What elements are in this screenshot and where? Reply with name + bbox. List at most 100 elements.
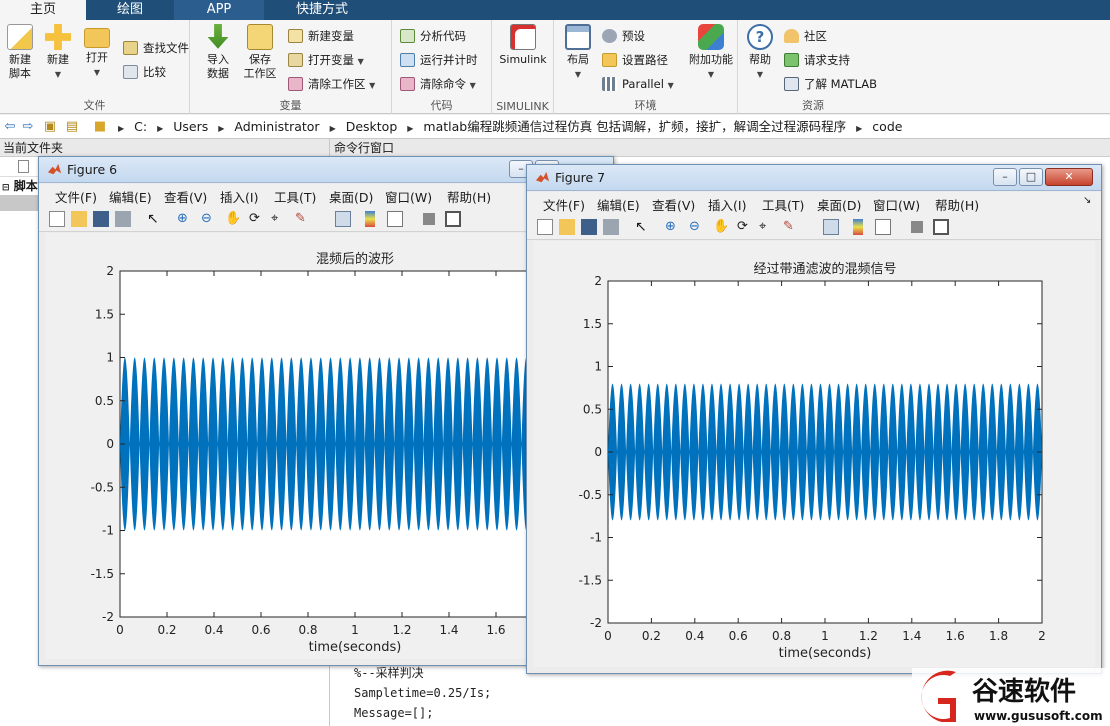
menu-view[interactable]: 查看(V) xyxy=(652,195,695,214)
breadcrumb-item[interactable]: Users xyxy=(173,119,208,134)
breadcrumb-item[interactable]: C: xyxy=(134,119,147,134)
hide-tools-icon[interactable] xyxy=(423,213,435,225)
x-tick-label: 0.4 xyxy=(204,623,223,637)
menu-overflow-icon[interactable]: ↘ xyxy=(1083,195,1091,206)
clear-workspace-button[interactable]: 清除工作区 ▼ xyxy=(288,74,375,94)
import-data-button[interactable]: 导入 数据 xyxy=(198,24,238,81)
learn-matlab-button[interactable]: 了解 MATLAB xyxy=(784,74,877,94)
menu-edit[interactable]: 编辑(E) xyxy=(109,187,152,206)
menu-tools[interactable]: 工具(T) xyxy=(274,187,316,206)
open-file-icon[interactable] xyxy=(559,219,575,235)
colorbar-icon[interactable] xyxy=(853,219,863,235)
menu-view[interactable]: 查看(V) xyxy=(164,187,207,206)
figure-7-window[interactable]: Figure 7 – □ ✕ 文件(F) 编辑(E) 查看(V) 插入(I) 工… xyxy=(526,164,1102,674)
addons-button[interactable]: 附加功能 ▼ xyxy=(688,24,734,82)
menu-file[interactable]: 文件(F) xyxy=(55,187,97,206)
tab-plots[interactable]: 绘图 xyxy=(86,0,174,20)
breadcrumb-item[interactable]: matlab编程跳频通信过程仿真 包括调解，扩频，接扩，解调全过程源码程序 xyxy=(423,119,846,134)
analyze-code-button[interactable]: 分析代码 xyxy=(400,26,466,46)
pan-icon[interactable]: ✋ xyxy=(713,219,729,235)
x-tick-label: 0.6 xyxy=(251,623,270,637)
zoom-in-icon[interactable]: ⊕ xyxy=(177,211,193,227)
menu-desktop[interactable]: 桌面(D) xyxy=(329,187,373,206)
breadcrumb-item[interactable]: code xyxy=(872,119,902,134)
watermark-brand-text: 谷速软件 xyxy=(972,677,1076,707)
back-arrow-icon[interactable]: ⇦ xyxy=(2,119,18,135)
legend-icon[interactable] xyxy=(875,219,891,235)
menu-edit[interactable]: 编辑(E) xyxy=(597,195,640,214)
forward-arrow-icon[interactable]: ⇨ xyxy=(20,119,36,135)
set-path-button[interactable]: 设置路径 xyxy=(602,50,668,70)
compare-button[interactable]: 比较 xyxy=(123,62,166,82)
request-support-button[interactable]: 请求支持 xyxy=(784,50,850,70)
up-folder-icon[interactable]: ▣ xyxy=(42,119,58,135)
pointer-icon[interactable]: ↖ xyxy=(635,219,651,235)
close-button[interactable]: ✕ xyxy=(1045,168,1093,186)
rotate-icon[interactable]: ⟳ xyxy=(737,219,753,235)
new-button[interactable]: 新建 ▼ xyxy=(38,24,78,82)
menu-window[interactable]: 窗口(W) xyxy=(385,187,432,206)
preferences-button[interactable]: 预设 xyxy=(602,26,645,46)
data-cursor-icon[interactable]: ⌖ xyxy=(759,219,775,235)
data-cursor-icon[interactable]: ⌖ xyxy=(271,211,287,227)
link-plot-icon[interactable] xyxy=(335,211,351,227)
run-and-time-button[interactable]: 运行并计时 xyxy=(400,50,478,70)
breadcrumb[interactable]: ▶ C: ▶ Users ▶ Administrator ▶ Desktop ▶… xyxy=(118,115,908,139)
brush-icon[interactable]: ✎ xyxy=(295,211,311,227)
layout-button[interactable]: 布局 ▼ xyxy=(558,24,598,82)
simulink-button[interactable]: Simulink xyxy=(496,24,550,67)
tab-apps[interactable]: APP xyxy=(174,0,264,20)
show-tools-icon[interactable] xyxy=(933,219,949,235)
open-variable-button[interactable]: 打开变量 ▼ xyxy=(288,50,364,70)
figure-7-titlebar[interactable]: Figure 7 – □ ✕ xyxy=(527,165,1101,191)
brush-icon[interactable]: ✎ xyxy=(783,219,799,235)
collapse-icon[interactable]: ⊟ xyxy=(2,183,10,193)
tab-shortcuts[interactable]: 快捷方式 xyxy=(264,0,380,20)
save-icon[interactable] xyxy=(581,219,597,235)
new-variable-button[interactable]: 新建变量 xyxy=(288,26,354,46)
menu-insert[interactable]: 插入(I) xyxy=(708,195,746,214)
print-icon[interactable] xyxy=(603,219,619,235)
save-icon[interactable] xyxy=(93,211,109,227)
tab-home[interactable]: 主页 xyxy=(0,0,86,20)
community-button[interactable]: 社区 xyxy=(784,26,827,46)
clear-commands-button[interactable]: 清除命令 ▼ xyxy=(400,74,476,94)
new-figure-icon[interactable] xyxy=(49,211,65,227)
menu-insert[interactable]: 插入(I) xyxy=(220,187,258,206)
menu-tools[interactable]: 工具(T) xyxy=(762,195,804,214)
show-tools-icon[interactable] xyxy=(445,211,461,227)
x-tick-label: 1.6 xyxy=(486,623,505,637)
menu-file[interactable]: 文件(F) xyxy=(543,195,585,214)
menu-help[interactable]: 帮助(H) xyxy=(935,195,979,214)
colorbar-icon[interactable] xyxy=(365,211,375,227)
hide-tools-icon[interactable] xyxy=(911,221,923,233)
breadcrumb-item[interactable]: Administrator xyxy=(234,119,319,134)
print-icon[interactable] xyxy=(115,211,131,227)
open-button[interactable]: 打开 ▼ xyxy=(77,24,117,80)
minimize-button[interactable]: – xyxy=(993,168,1017,186)
y-tick-label: 0 xyxy=(106,437,114,451)
help-button[interactable]: ? 帮助 ▼ xyxy=(740,24,780,82)
pan-icon[interactable]: ✋ xyxy=(225,211,241,227)
parallel-button[interactable]: Parallel ▼ xyxy=(602,74,674,94)
zoom-out-icon[interactable]: ⊖ xyxy=(689,219,705,235)
rotate-icon[interactable]: ⟳ xyxy=(249,211,265,227)
selected-row[interactable] xyxy=(0,195,38,211)
new-script-button[interactable]: 新建 脚本 xyxy=(0,24,40,81)
breadcrumb-item[interactable]: Desktop xyxy=(346,119,398,134)
new-figure-icon[interactable] xyxy=(537,219,553,235)
menu-desktop[interactable]: 桌面(D) xyxy=(817,195,861,214)
browse-folder-icon[interactable]: ▤ xyxy=(64,119,80,135)
link-plot-icon[interactable] xyxy=(823,219,839,235)
zoom-out-icon[interactable]: ⊖ xyxy=(201,211,217,227)
maximize-button[interactable]: □ xyxy=(1019,168,1043,186)
menu-help[interactable]: 帮助(H) xyxy=(447,187,491,206)
pointer-icon[interactable]: ↖ xyxy=(147,211,163,227)
menu-window[interactable]: 窗口(W) xyxy=(873,195,920,214)
save-workspace-button[interactable]: 保存 工作区 xyxy=(240,24,280,81)
find-files-button[interactable]: 查找文件 xyxy=(123,38,189,58)
ribbon-group-variable: 导入 数据 保存 工作区 新建变量 打开变量 ▼ 清除工作区 ▼ 变量 xyxy=(190,20,392,114)
open-file-icon[interactable] xyxy=(71,211,87,227)
legend-icon[interactable] xyxy=(387,211,403,227)
zoom-in-icon[interactable]: ⊕ xyxy=(665,219,681,235)
